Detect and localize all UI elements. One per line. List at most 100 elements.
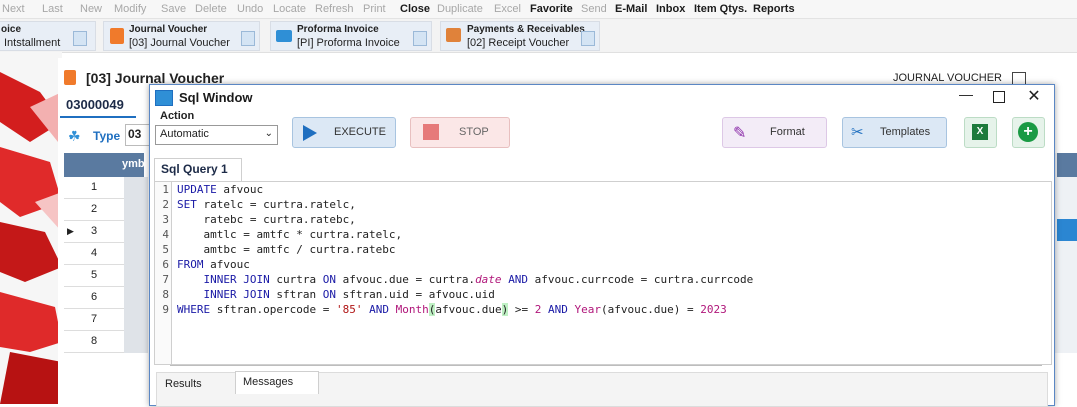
row-number: 7 bbox=[90, 313, 98, 325]
email-button[interactable]: E-Mail bbox=[615, 3, 647, 15]
next-button[interactable]: Next bbox=[2, 3, 25, 15]
sql-editor[interactable]: 1 2 3 4 5 6 7 8 9 UPDATE afvouc SET rate… bbox=[154, 181, 1052, 365]
journal-type-label: JOURNAL VOUCHER bbox=[893, 72, 1002, 84]
line-number: 5 bbox=[162, 243, 169, 256]
action-select-value: Automatic bbox=[160, 128, 209, 140]
table-row[interactable]: 2 bbox=[64, 199, 124, 221]
inbox-button[interactable]: Inbox bbox=[656, 3, 685, 15]
action-select[interactable]: Automatic ⌄ bbox=[155, 125, 278, 145]
journal-grid: 1 2 3 4 5 6 7 8 ▶ bbox=[64, 177, 148, 357]
doc-tab-title: Proforma Invoice bbox=[297, 24, 379, 35]
plus-icon: + bbox=[1018, 122, 1038, 142]
doc-tab-payments-receivables[interactable]: Payments & Receivables [02] Receipt Vouc… bbox=[440, 21, 600, 51]
results-panel: Results Messages bbox=[156, 371, 1048, 407]
locate-button[interactable]: Locate bbox=[273, 3, 306, 15]
send-button[interactable]: Send bbox=[581, 3, 607, 15]
templates-button[interactable]: ✂ Templates bbox=[842, 117, 947, 148]
excel-icon: X bbox=[972, 124, 988, 140]
page-search-icon bbox=[413, 31, 427, 46]
reports-button[interactable]: Reports bbox=[753, 3, 795, 15]
doc-tab-installment[interactable]: oice Intstallment bbox=[0, 21, 96, 51]
maximize-icon[interactable] bbox=[993, 91, 1005, 103]
table-row[interactable]: 1 bbox=[64, 177, 124, 199]
grid-header-label: ymb bbox=[122, 158, 145, 170]
format-label: Format bbox=[770, 126, 805, 138]
doc-tab-subtitle: [PI] Proforma Invoice bbox=[297, 37, 400, 49]
table-row[interactable]: 6 bbox=[64, 287, 124, 309]
stop-button[interactable]: STOP bbox=[410, 117, 510, 148]
new-button[interactable]: New bbox=[80, 3, 102, 15]
grid-header: ymb bbox=[64, 153, 145, 177]
background-art bbox=[0, 72, 62, 404]
voucher-tab[interactable]: 03000049 bbox=[60, 94, 136, 118]
tools-icon: ✂ bbox=[851, 124, 864, 141]
line-number: 1 bbox=[162, 183, 169, 196]
line-number-gutter: 1 2 3 4 5 6 7 8 9 bbox=[155, 182, 172, 364]
code-line: INNER JOIN curtra ON afvouc.due = curtra… bbox=[203, 273, 754, 286]
page-search-icon bbox=[73, 31, 87, 46]
doc-tab-subtitle: [03] Journal Voucher bbox=[129, 37, 230, 49]
undo-button[interactable]: Undo bbox=[237, 3, 263, 15]
line-number: 3 bbox=[162, 213, 169, 226]
row-number: 4 bbox=[90, 247, 98, 259]
code-line: INNER JOIN sftran ON sftran.uid = afvouc… bbox=[203, 288, 495, 301]
code-line: amtbc = amtfc / curtra.ratebc bbox=[177, 243, 396, 256]
doc-tab-title: Journal Voucher bbox=[129, 24, 208, 35]
save-button[interactable]: Save bbox=[161, 3, 186, 15]
play-icon bbox=[303, 125, 317, 141]
modify-button[interactable]: Modify bbox=[114, 3, 146, 15]
right-grid-edge bbox=[1055, 153, 1077, 353]
favorite-button[interactable]: Favorite bbox=[530, 3, 573, 15]
doc-tab-title: oice bbox=[1, 24, 22, 35]
doc-tab-proforma-invoice[interactable]: Proforma Invoice [PI] Proforma Invoice bbox=[270, 21, 432, 51]
page-search-icon bbox=[241, 31, 255, 46]
close-button[interactable]: Close bbox=[400, 3, 430, 15]
minimize-icon[interactable]: — bbox=[955, 86, 977, 106]
journal-voucher-icon bbox=[64, 70, 76, 85]
refresh-button[interactable]: Refresh bbox=[315, 3, 354, 15]
excel-export-button[interactable]: Excel bbox=[494, 3, 521, 15]
code-line: FROM afvouc bbox=[177, 258, 250, 271]
print-button[interactable]: Print bbox=[363, 3, 386, 15]
code-line: UPDATE afvouc bbox=[177, 183, 264, 196]
close-icon[interactable]: ✕ bbox=[1023, 86, 1045, 106]
chevron-down-icon: ⌄ bbox=[264, 128, 273, 139]
last-button[interactable]: Last bbox=[42, 3, 63, 15]
add-button[interactable]: + bbox=[1012, 117, 1045, 148]
row-number: 8 bbox=[90, 335, 98, 347]
delete-button[interactable]: Delete bbox=[195, 3, 227, 15]
proforma-invoice-icon bbox=[276, 30, 292, 42]
type-field-label: Type bbox=[93, 129, 121, 143]
line-number: 9 bbox=[162, 303, 169, 316]
format-button[interactable]: ✎ Format bbox=[722, 117, 827, 148]
tab-sql-query-1[interactable]: Sql Query 1 bbox=[154, 158, 242, 181]
type-field-value: 03 bbox=[128, 127, 142, 141]
code-line: SET ratelc = curtra.ratelc, bbox=[177, 198, 356, 211]
table-row[interactable]: 5 bbox=[64, 265, 124, 287]
table-row[interactable]: 4 bbox=[64, 243, 124, 265]
magic-wand-icon: ✎ bbox=[733, 125, 747, 142]
item-qtys-button[interactable]: Item Qtys. bbox=[694, 3, 747, 15]
row-number: 6 bbox=[90, 291, 98, 303]
doc-tab-journal-voucher[interactable]: Journal Voucher [03] Journal Voucher bbox=[103, 21, 260, 51]
payments-icon bbox=[446, 28, 461, 42]
tab-results[interactable]: Results bbox=[159, 373, 235, 393]
stop-icon bbox=[423, 124, 439, 140]
line-number: 4 bbox=[162, 228, 169, 241]
document-tab-bar: oice Intstallment Journal Voucher [03] J… bbox=[0, 19, 1077, 53]
line-number: 7 bbox=[162, 273, 169, 286]
sql-window-icon bbox=[155, 90, 173, 106]
results-tab-label: Results bbox=[165, 378, 202, 390]
sql-window-title: Sql Window bbox=[179, 90, 253, 105]
page-search-icon bbox=[581, 31, 595, 46]
table-row[interactable]: 8 bbox=[64, 331, 124, 353]
duplicate-button[interactable]: Duplicate bbox=[437, 3, 483, 15]
table-row[interactable]: 7 bbox=[64, 309, 124, 331]
export-excel-button[interactable]: X bbox=[964, 117, 997, 148]
execute-button[interactable]: EXECUTE bbox=[292, 117, 396, 148]
templates-label: Templates bbox=[880, 126, 931, 138]
code-line: ratebc = curtra.ratebc, bbox=[177, 213, 356, 226]
tab-messages[interactable]: Messages bbox=[235, 371, 319, 394]
splitter[interactable] bbox=[170, 365, 1042, 366]
stop-label: STOP bbox=[459, 126, 489, 138]
